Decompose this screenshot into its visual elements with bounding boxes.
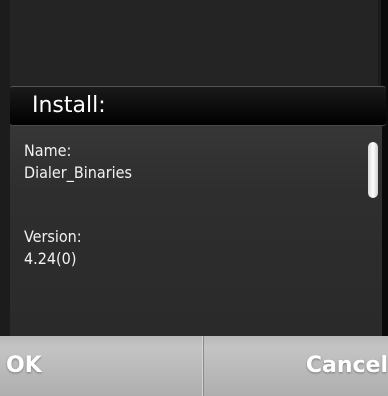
cancel-softkey[interactable]: Cancel (258, 336, 388, 396)
version-label: Version: (24, 227, 82, 246)
phone-screen: Install: Name: Dialer_Binaries Version: … (0, 0, 388, 396)
ok-softkey[interactable]: OK (6, 336, 42, 396)
name-label: Name: (24, 141, 72, 160)
version-value: 4.24(0) (24, 249, 77, 268)
name-value: Dialer_Binaries (24, 163, 132, 182)
scrollbar-thumb[interactable] (368, 142, 378, 198)
field-spacer (24, 184, 354, 226)
background-app-area (10, 0, 378, 96)
dialog-title: Install: (32, 93, 106, 118)
dialog-title-bar: Install: (10, 86, 386, 126)
softkey-divider (202, 336, 204, 396)
dialog-content[interactable]: Name: Dialer_Binaries Version: 4.24(0) (24, 140, 354, 270)
